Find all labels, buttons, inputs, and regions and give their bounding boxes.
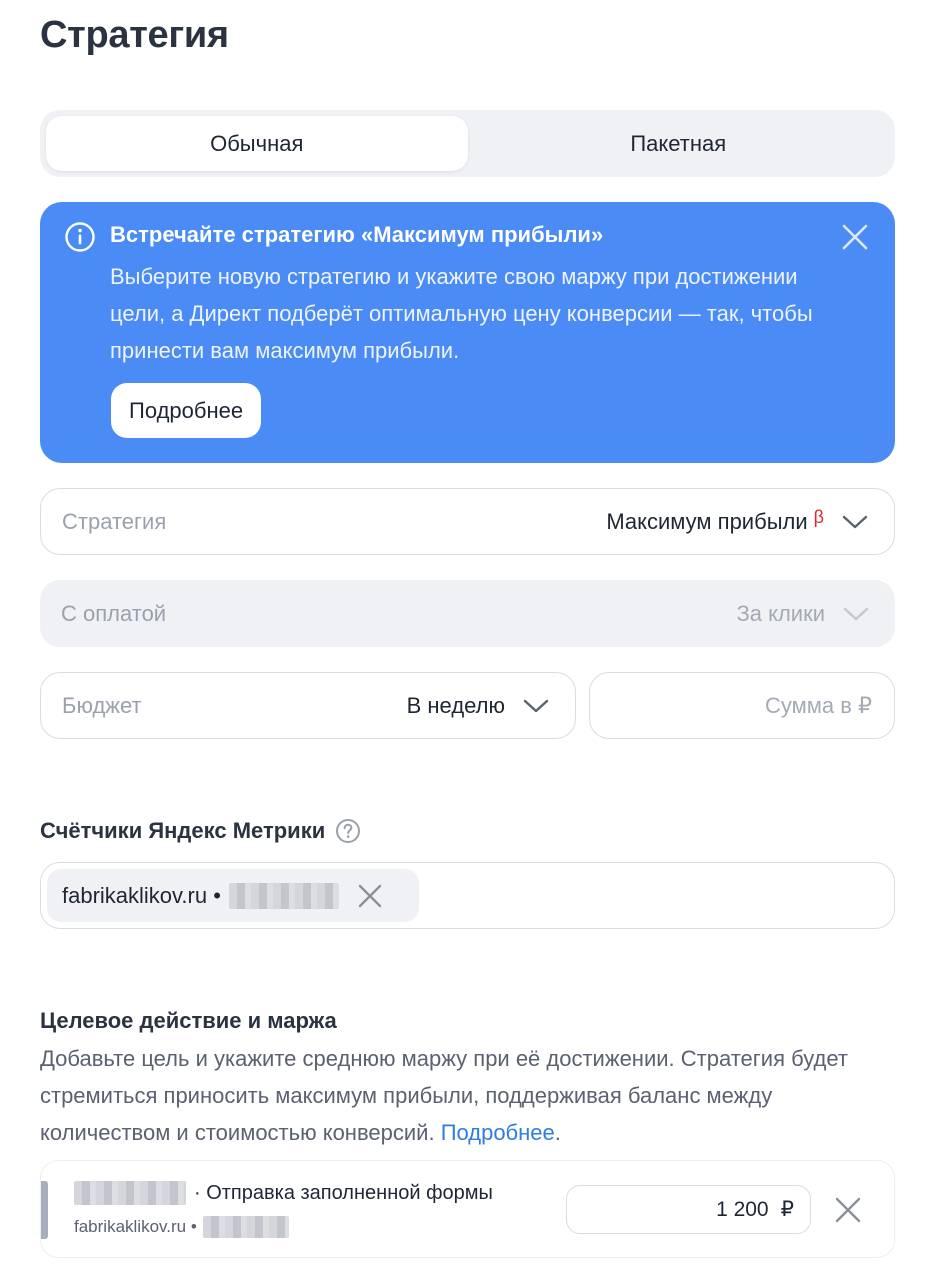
help-icon[interactable]: [335, 818, 361, 844]
promo-banner: Встречайте стратегию «Максимум прибыли» …: [40, 202, 895, 463]
redacted-counter-id: [228, 882, 339, 909]
budget-select-label: Бюджет: [62, 692, 142, 718]
goal-site: fabrikaklikov.ru •: [74, 1217, 197, 1236]
redacted-site-counter: [202, 1216, 289, 1238]
metrika-title-text: Счётчики Яндекс Метрики: [40, 818, 326, 843]
chevron-down-icon: [842, 515, 868, 528]
close-icon[interactable]: [833, 1195, 863, 1225]
goal-name: · Отправка заполненной формы: [194, 1181, 493, 1204]
goal-margin-currency: ₽: [780, 1198, 794, 1221]
goal-section-description: Добавьте цель и укажите среднюю маржу пр…: [40, 1046, 848, 1145]
banner-text: Выберите новую стратегию и укажите свою …: [110, 264, 813, 363]
counter-chip-label: fabrikaklikov.ru •: [62, 882, 221, 908]
goal-accent-bar: [41, 1181, 48, 1239]
payment-select-label: С оплатой: [61, 600, 167, 626]
banner-title: Встречайте стратегию «Максимум прибыли»: [110, 222, 604, 247]
goal-name-row: · Отправка заполненной формы: [74, 1181, 493, 1205]
budget-sum-input[interactable]: Сумма в ₽: [589, 672, 895, 739]
payment-select[interactable]: С оплатой За клики: [40, 580, 895, 647]
strategy-type-switch: Обычная Пакетная: [40, 110, 895, 177]
payment-select-value: За клики: [736, 600, 825, 626]
budget-period-select[interactable]: Бюджет В неделю: [40, 672, 576, 739]
goal-more-link[interactable]: Подробнее: [441, 1120, 555, 1145]
beta-badge: β: [813, 507, 824, 527]
strategy-select-label: Стратегия: [62, 508, 167, 534]
banner-more-button[interactable]: Подробнее: [111, 383, 262, 438]
chevron-down-icon: [523, 699, 549, 712]
close-icon[interactable]: [840, 222, 870, 252]
metrika-counter-chip: fabrikaklikov.ru •: [47, 869, 419, 922]
metrika-counters-input[interactable]: fabrikaklikov.ru •: [40, 862, 895, 929]
chevron-down-icon: [843, 607, 869, 620]
goal-site-row: fabrikaklikov.ru •: [74, 1216, 289, 1238]
info-icon: [65, 222, 95, 252]
strategy-select[interactable]: Стратегия Максимум прибыли β: [40, 488, 895, 555]
goal-margin-input[interactable]: 1 200 ₽: [566, 1185, 811, 1234]
tab-regular[interactable]: Обычная: [46, 116, 468, 171]
goal-section-title: Целевое действие и маржа: [40, 1008, 337, 1033]
strategy-select-value: Максимум прибыли: [606, 508, 808, 534]
budget-sum-placeholder: Сумма в ₽: [764, 692, 872, 718]
close-icon[interactable]: [357, 883, 383, 909]
metrika-section-title: Счётчики Яндекс Метрики: [40, 818, 361, 844]
tab-package[interactable]: Пакетная: [468, 116, 890, 171]
goal-card: · Отправка заполненной формы fabrikaklik…: [40, 1160, 895, 1258]
redacted-goal-id: [74, 1181, 186, 1205]
budget-select-value: В неделю: [406, 692, 505, 718]
goal-margin-value: 1 200: [716, 1197, 769, 1221]
page-title: Стратегия: [40, 14, 229, 56]
